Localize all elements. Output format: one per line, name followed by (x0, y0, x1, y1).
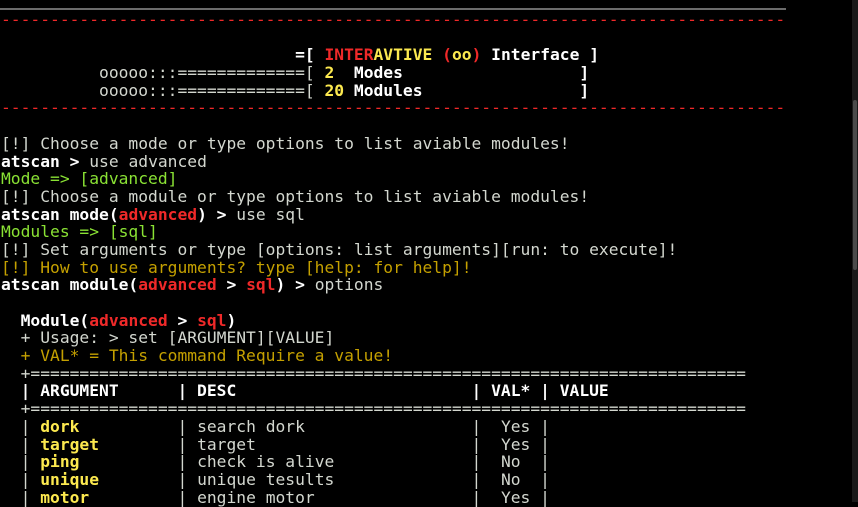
modules-result: Modules => [sql] (1, 222, 158, 242)
table-row: | ping | check is alive | No | (1, 452, 550, 472)
module-title: Module(advanced > sql) (1, 310, 237, 330)
terminal-output: ----------------------------------------… (1, 11, 846, 506)
prompt-line: atscan > use advanced (1, 151, 207, 171)
usage-hint: + Usage: > set [ARGUMENT][VALUE] (1, 328, 335, 348)
info-message: [!] Choose a module or type options to l… (1, 186, 590, 206)
info-message: [!] Choose a mode or type options to lis… (1, 133, 570, 153)
separator-line: ----------------------------------------… (1, 10, 786, 29)
mode-result: Mode => [advanced] (1, 169, 178, 189)
table-row: | motor | engine motor | Yes | (1, 487, 550, 507)
info-message: [!] Set arguments or type [options: list… (1, 239, 678, 259)
scrollbar-thumb[interactable] (853, 100, 857, 270)
table-border: +=======================================… (1, 399, 746, 419)
help-hint: [!] How to use arguments? type [help: fo… (1, 257, 472, 277)
table-row: | unique | unique tesults | No | (1, 469, 550, 489)
table-header: | ARGUMENT | DESC | VAL* | VALUE (1, 381, 609, 401)
terminal-scrollbar[interactable] (852, 0, 858, 502)
prompt-line: atscan module(advanced > sql) > options (1, 275, 384, 295)
table-row: | target | target | Yes | (1, 434, 550, 454)
banner-modules: ooooo:::=============[ 20 Modules ] (1, 80, 590, 100)
table-row: | dork | search dork | Yes | (1, 416, 550, 436)
val-note: + VAL* = This command Require a value! (1, 346, 394, 366)
banner-title: =[ INTERAVTIVE (oo) Interface ] (1, 45, 600, 65)
separator-line: ----------------------------------------… (1, 98, 786, 118)
table-border: +=======================================… (1, 363, 746, 383)
prompt-line: atscan mode(advanced) > use sql (1, 204, 305, 224)
banner-modes: ooooo:::=============[ 2 Modes ] (1, 63, 590, 83)
